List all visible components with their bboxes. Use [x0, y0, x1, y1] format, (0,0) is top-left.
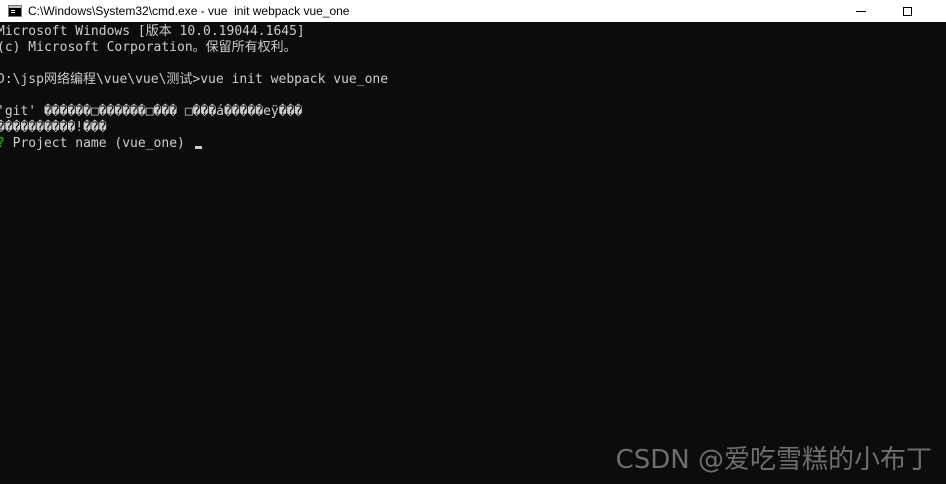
console-line-git-error-cont: ����������!��� — [0, 120, 107, 135]
csdn-watermark: CSDN @爱吃雪糕的小布丁 — [615, 445, 932, 475]
title-bar[interactable]: C:\Windows\System32\cmd.exe - vue init w… — [0, 0, 946, 22]
console-line-command: D:\jsp网络编程\vue\vue\测试>vue init webpack v… — [0, 72, 389, 87]
minimize-button[interactable] — [838, 0, 884, 22]
maximize-icon — [902, 6, 912, 16]
prompt-project-name: Project name (vue_one) — [4, 136, 193, 151]
console-line-prompt[interactable]: ? Project name (vue_one) — [0, 136, 202, 152]
cmd-window: C:\Windows\System32\cmd.exe - vue init w… — [0, 0, 946, 484]
console-output[interactable]: Microsoft Windows [版本 10.0.19044.1645] (… — [0, 24, 946, 484]
text-cursor — [194, 146, 202, 149]
maximize-button[interactable] — [884, 0, 930, 22]
console-line-copyright: (c) Microsoft Corporation。保留所有权利。 — [0, 40, 297, 55]
console-line-git-error: 'git' ������□������□��� □���á�����eÿ��� — [0, 104, 303, 119]
window-title: C:\Windows\System32\cmd.exe - vue init w… — [28, 4, 350, 18]
console-line-version: Microsoft Windows [版本 10.0.19044.1645] — [0, 24, 305, 39]
cmd-console-icon[interactable] — [8, 5, 22, 17]
minimize-icon — [856, 10, 866, 12]
